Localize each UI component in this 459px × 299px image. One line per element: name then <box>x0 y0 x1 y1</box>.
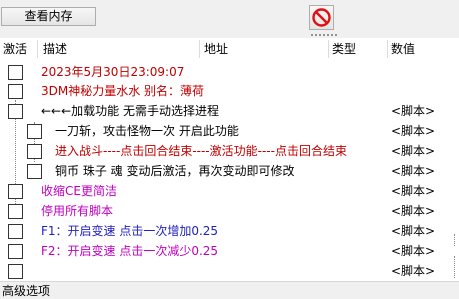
no-entry-icon <box>312 8 331 27</box>
table-row[interactable]: 进入战斗----点击回合结束----激活功能----点击回合结束 <脚本> <box>0 141 459 161</box>
table-header: 激活 描述 地址 类型 数值 <box>0 38 459 60</box>
row-value: <脚本> <box>391 124 436 138</box>
activate-checkbox[interactable] <box>27 124 42 139</box>
table-row[interactable]: <脚本> <box>0 261 459 281</box>
activate-checkbox[interactable] <box>27 164 42 179</box>
toolbar: 查看内存 <box>0 0 459 38</box>
column-type[interactable]: 类型 <box>332 38 356 60</box>
table-row[interactable]: F1：开启变速 点击一次增加0.25 <脚本> <box>0 221 459 241</box>
table-row[interactable]: ←←←加载功能 无需手动选择进程 <脚本> <box>0 101 459 121</box>
table-row[interactable]: F2：开启变速 点击一次减少0.25 <脚本> <box>0 241 459 261</box>
activate-checkbox[interactable] <box>8 224 23 239</box>
row-value: <脚本> <box>391 184 436 198</box>
advanced-options-link[interactable]: 高级选项 <box>2 283 50 299</box>
row-description: 2023年5月30日23:09:07 <box>41 65 185 79</box>
activate-checkbox[interactable] <box>8 244 23 259</box>
table-row[interactable]: 3DM神秘力量水水 别名：薄荷 <box>0 81 459 101</box>
row-description: 停用所有脚本 <box>41 204 114 218</box>
table-row[interactable]: 铜币 珠子 魂 变动后激活，再次变动即可修改 <脚本> <box>0 161 459 181</box>
status-bar: 高级选项 <box>0 281 459 299</box>
view-memory-button[interactable]: 查看内存 <box>1 7 96 26</box>
row-description: F2：开启变速 点击一次减少0.25 <box>41 244 219 258</box>
column-value[interactable]: 数值 <box>391 38 415 60</box>
row-value: <脚本> <box>391 104 436 118</box>
scroll-indicator <box>454 256 455 278</box>
table-row[interactable]: 一刀斩，攻击怪物一次 开启此功能 <脚本> <box>0 121 459 141</box>
row-value: <脚本> <box>391 264 436 278</box>
column-address[interactable]: 地址 <box>204 38 228 60</box>
row-description: 收缩CE更简洁 <box>41 184 117 198</box>
row-description: 铜币 珠子 魂 变动后激活，再次变动即可修改 <box>55 164 295 178</box>
row-description: 3DM神秘力量水水 别名：薄荷 <box>41 84 205 98</box>
row-value: <脚本> <box>391 164 436 178</box>
cheat-table[interactable]: 激活 描述 地址 类型 数值 2023年5月30日23:09:07 3DM神秘力… <box>0 38 459 281</box>
row-value: <脚本> <box>391 244 436 258</box>
row-value: <脚本> <box>391 204 436 218</box>
table-row[interactable]: 2023年5月30日23:09:07 <box>0 62 459 82</box>
scroll-indicator <box>454 234 455 246</box>
activate-checkbox[interactable] <box>27 144 42 159</box>
row-description: ←←←加载功能 无需手动选择进程 <box>41 104 219 118</box>
row-value: <脚本> <box>391 144 436 158</box>
table-row[interactable]: 收缩CE更简洁 <脚本> <box>0 181 459 201</box>
activate-checkbox[interactable] <box>8 264 23 279</box>
row-value: <脚本> <box>391 224 436 238</box>
activate-checkbox[interactable] <box>8 104 23 119</box>
clear-list-button[interactable] <box>309 5 334 30</box>
table-row[interactable]: 停用所有脚本 <脚本> <box>0 201 459 221</box>
column-description[interactable]: 描述 <box>43 38 67 60</box>
column-active[interactable]: 激活 <box>3 38 27 60</box>
row-description: 一刀斩，攻击怪物一次 开启此功能 <box>55 124 239 138</box>
activate-checkbox[interactable] <box>8 65 23 80</box>
activate-checkbox[interactable] <box>8 184 23 199</box>
row-description: F1：开启变速 点击一次增加0.25 <box>41 224 219 238</box>
activate-checkbox[interactable] <box>8 204 23 219</box>
activate-checkbox[interactable] <box>8 84 23 99</box>
row-description: 进入战斗----点击回合结束----激活功能----点击回合结束 <box>55 144 347 158</box>
splitter-handle[interactable] <box>310 33 338 37</box>
